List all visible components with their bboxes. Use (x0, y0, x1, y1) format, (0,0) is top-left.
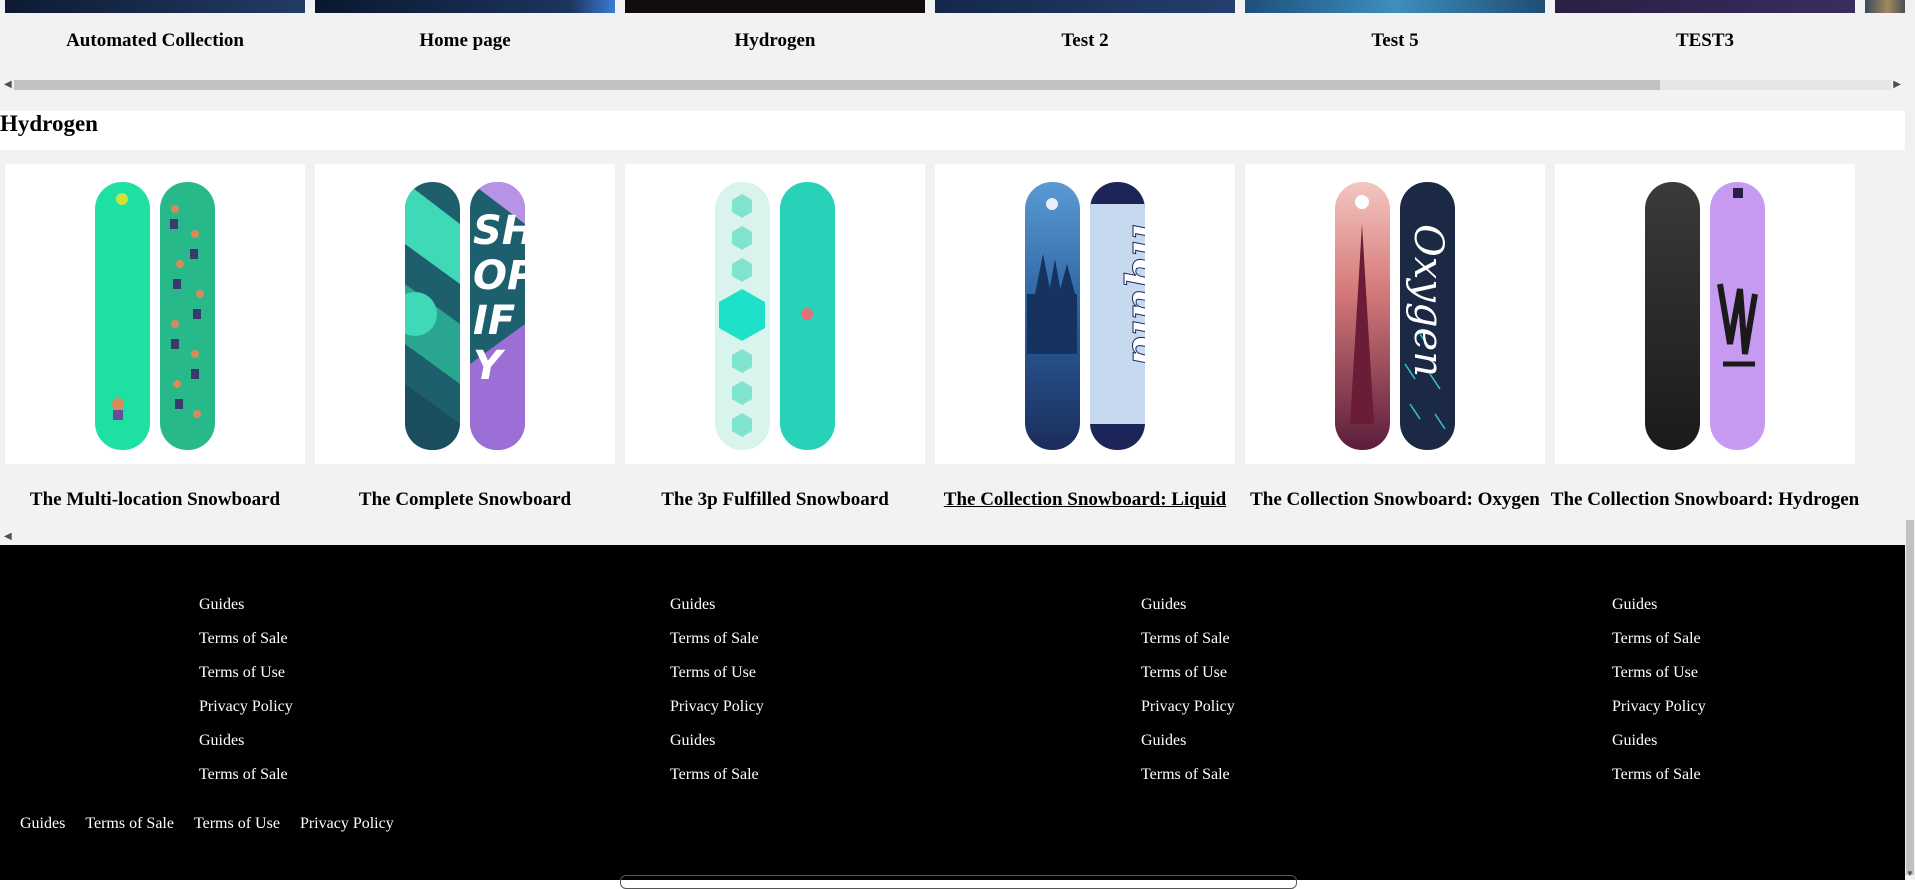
footer-link-guides[interactable]: Guides (199, 588, 459, 622)
products-scrollbar[interactable]: ◀ (0, 528, 1905, 544)
collection-image (935, 0, 1235, 13)
product-title[interactable]: The Collection Snowboard: Hydrogen (1543, 489, 1867, 511)
product-card[interactable]: SH OP IF Y The Complete Snowboard (315, 164, 615, 510)
svg-text:liquid: liquid (1122, 224, 1173, 368)
product-title[interactable]: The Collection Snowboard: Liquid (923, 489, 1247, 511)
footer-link-terms-of-use[interactable]: Terms of Use (199, 656, 459, 690)
collection-title[interactable]: TEST3 (1555, 30, 1855, 52)
collection-image (315, 0, 615, 13)
scroll-down-arrow-icon[interactable]: ▼ (1906, 869, 1914, 878)
svg-text:SH: SH (473, 208, 535, 254)
collection-image (1245, 0, 1545, 13)
footer-link-terms-of-use[interactable]: Terms of Use (1141, 656, 1401, 690)
svg-text:IF: IF (473, 298, 515, 344)
svg-text:OP: OP (473, 253, 536, 299)
collection-title[interactable]: Test 2 (935, 30, 1235, 52)
footer-link-terms-of-sale[interactable]: Terms of Sale (1141, 622, 1401, 656)
footer-column: Guides Terms of Sale Terms of Use Privac… (1612, 588, 1872, 792)
footer-link-terms-of-sale[interactable]: Terms of Sale (670, 758, 930, 792)
product-title[interactable]: The Collection Snowboard: Oxygen (1233, 489, 1557, 511)
collection-image (1555, 0, 1855, 13)
svg-text:Oxygen: Oxygen (1405, 224, 1451, 377)
site-footer: Guides Terms of Sale Terms of Use Privac… (0, 545, 1905, 889)
footer-link-guides[interactable]: Guides (670, 724, 930, 758)
footer-column: Guides Terms of Sale Terms of Use Privac… (199, 588, 459, 792)
footer-link-terms-of-sale[interactable]: Terms of Sale (199, 622, 459, 656)
collection-title[interactable]: Hydrogen (625, 30, 925, 52)
scrollbar-thumb[interactable] (14, 80, 1660, 90)
product-image[interactable] (5, 164, 305, 464)
footer-link-guides[interactable]: Guides (1141, 724, 1401, 758)
footer-link-terms-of-use[interactable]: Terms of Use (1612, 656, 1872, 690)
collection-image (5, 0, 305, 13)
svg-text:Y: Y (473, 343, 506, 389)
footer-link-guides[interactable]: Guides (199, 724, 459, 758)
scrollbar-thumb[interactable] (1906, 520, 1914, 875)
page-scrollbar[interactable]: ▼ (1905, 0, 1915, 880)
product-image[interactable]: Oxygen (1245, 164, 1545, 464)
collection-card[interactable]: TEST3 (1555, 0, 1855, 70)
footer-link-privacy-policy[interactable]: Privacy Policy (1141, 690, 1401, 724)
footer-link-privacy-policy[interactable]: Privacy Policy (1612, 690, 1872, 724)
footer-link-terms-of-use[interactable]: Terms of Use (194, 814, 280, 834)
product-image[interactable]: SH OP IF Y (315, 164, 615, 464)
product-card[interactable]: The Collection Snowboard: Hydrogen (1551, 164, 1859, 510)
scroll-right-arrow-icon[interactable]: ▶ (1893, 79, 1901, 91)
footer-link-terms-of-use[interactable]: Terms of Use (670, 656, 930, 690)
product-title[interactable]: The 3p Fulfilled Snowboard (613, 489, 937, 511)
footer-column: Guides Terms of Sale Terms of Use Privac… (670, 588, 930, 792)
product-image[interactable] (625, 164, 925, 464)
collection-image (1865, 0, 1905, 13)
product-carousel: The Multi-location Snowboard SH OP IF Y … (0, 150, 1905, 546)
footer-link-guides[interactable]: Guides (1612, 724, 1872, 758)
collection-card[interactable]: Test 2 (935, 0, 1235, 70)
collection-card-partial[interactable] (1865, 0, 1905, 70)
collection-title[interactable]: Home page (315, 30, 615, 52)
collection-image (625, 0, 925, 13)
collection-title[interactable]: Automated Collection (5, 30, 305, 52)
scroll-left-arrow-icon[interactable]: ◀ (4, 79, 12, 91)
footer-link-guides[interactable]: Guides (1612, 588, 1872, 622)
footer-link-privacy-policy[interactable]: Privacy Policy (300, 814, 394, 834)
product-title[interactable]: The Complete Snowboard (303, 489, 627, 511)
product-image[interactable] (1555, 164, 1855, 464)
product-card[interactable]: The Multi-location Snowboard (5, 164, 305, 510)
collections-carousel: Automated Collection Home page Hydrogen … (0, 0, 1905, 111)
footer-link-terms-of-sale[interactable]: Terms of Sale (670, 622, 930, 656)
footer-divider-bar (620, 875, 1297, 889)
footer-link-privacy-policy[interactable]: Privacy Policy (670, 690, 930, 724)
footer-link-privacy-policy[interactable]: Privacy Policy (199, 690, 459, 724)
footer-bottom-links: Guides Terms of Sale Terms of Use Privac… (20, 814, 410, 834)
footer-link-guides[interactable]: Guides (20, 814, 65, 834)
collection-card[interactable]: Test 5 (1245, 0, 1545, 70)
footer-link-terms-of-sale[interactable]: Terms of Sale (85, 814, 174, 834)
scroll-left-arrow-icon[interactable]: ◀ (4, 531, 12, 543)
collection-card[interactable]: Automated Collection (5, 0, 305, 70)
collection-card[interactable]: Hydrogen (625, 0, 925, 70)
product-card[interactable]: The 3p Fulfilled Snowboard (625, 164, 925, 510)
footer-link-terms-of-sale[interactable]: Terms of Sale (1612, 622, 1872, 656)
collection-card[interactable]: Home page (315, 0, 615, 70)
product-image[interactable]: liquid (935, 164, 1235, 464)
footer-column: Guides Terms of Sale Terms of Use Privac… (1141, 588, 1401, 792)
footer-link-guides[interactable]: Guides (1141, 588, 1401, 622)
product-card[interactable]: liquid The Collection Snowboard: Liquid (935, 164, 1235, 510)
footer-link-terms-of-sale[interactable]: Terms of Sale (1612, 758, 1872, 792)
footer-link-terms-of-sale[interactable]: Terms of Sale (1141, 758, 1401, 792)
footer-link-terms-of-sale[interactable]: Terms of Sale (199, 758, 459, 792)
product-title[interactable]: The Multi-location Snowboard (0, 489, 317, 511)
section-title: Hydrogen (0, 111, 98, 136)
collection-title[interactable]: Test 5 (1245, 30, 1545, 52)
collections-scrollbar[interactable]: ◀ ▶ (0, 76, 1905, 92)
product-card[interactable]: Oxygen The Collection Snowboard: Oxygen (1245, 164, 1545, 510)
footer-link-guides[interactable]: Guides (670, 588, 930, 622)
